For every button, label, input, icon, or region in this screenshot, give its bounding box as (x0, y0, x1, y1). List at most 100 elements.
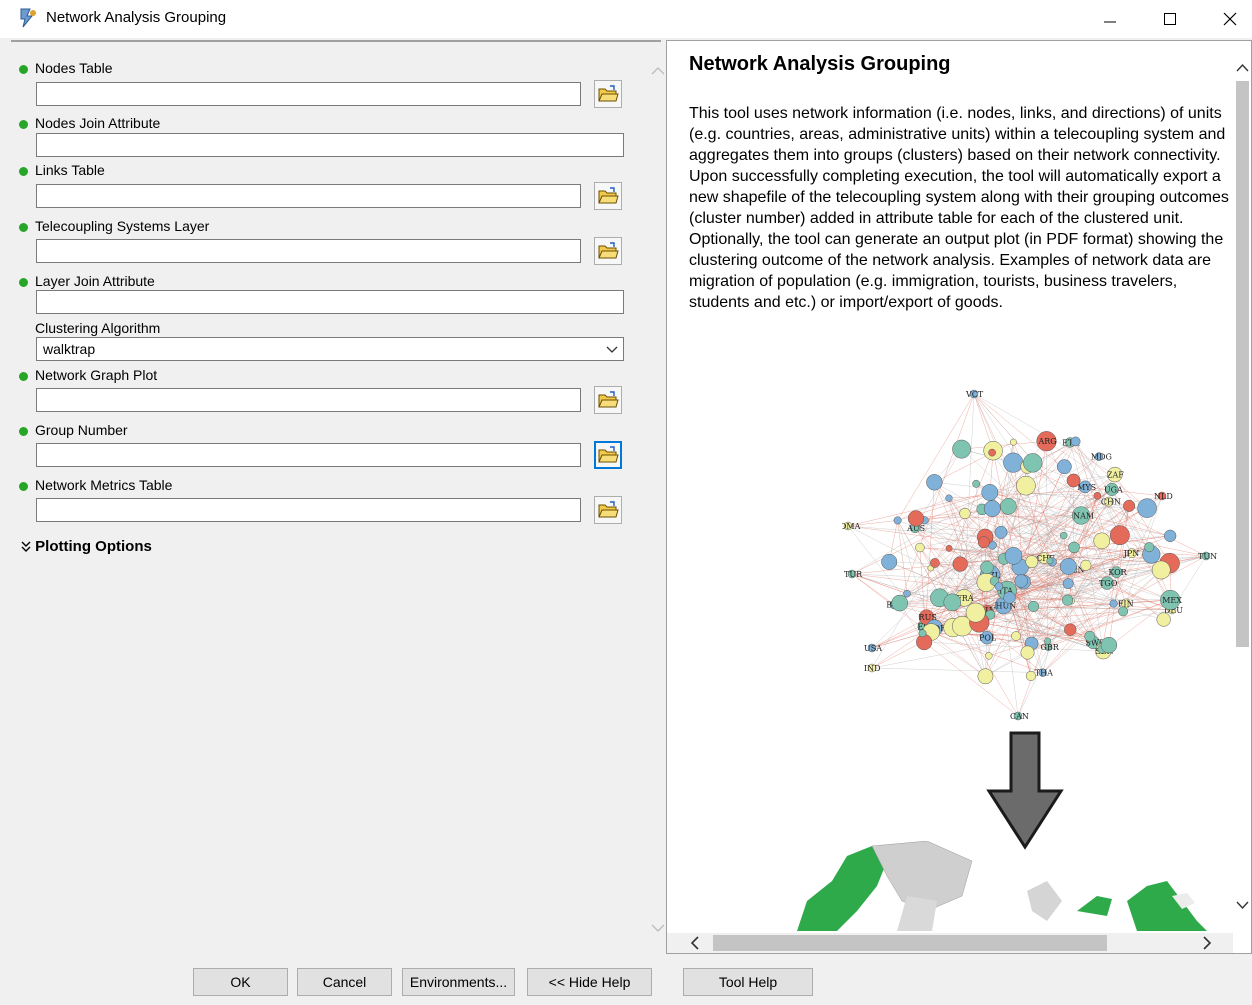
minimize-icon (1104, 21, 1116, 23)
graph-node (1044, 637, 1052, 645)
graph-node (930, 558, 940, 568)
map-illustration (797, 841, 1207, 931)
graph-node-label: NAM (1073, 511, 1094, 520)
clustering-value: walktrap (43, 341, 96, 357)
layer-join-label: Layer Join Attribute (35, 273, 155, 289)
tele-layer-input[interactable] (36, 239, 581, 263)
graph-node (907, 510, 925, 527)
left-scrollbar[interactable] (648, 42, 668, 956)
graph-node-label: ZAF (1107, 471, 1124, 480)
graph-node-label: POL (979, 634, 997, 643)
graph-node (1123, 499, 1136, 512)
graph-node (1023, 453, 1043, 473)
graph-plot-input[interactable] (36, 388, 581, 412)
graph-node (1064, 623, 1077, 636)
graph-node (1156, 612, 1171, 627)
graph-node (959, 507, 971, 520)
group-number-browse-button[interactable] (594, 441, 622, 469)
scroll-up-icon (651, 67, 665, 75)
graph-node (1062, 594, 1074, 606)
help-vertical-scrollbar[interactable] (1233, 41, 1251, 931)
network-graph-illustration: VCTDMATURTUNUSAINDCANNLDDEUFRAFINSWEMEXB… (842, 389, 1217, 721)
graph-node (985, 652, 993, 660)
window-title: Network Analysis Grouping (46, 9, 227, 26)
graph-node (1046, 557, 1054, 565)
required-indicator (19, 167, 28, 176)
group-number-input[interactable] (36, 443, 581, 467)
graph-node (1025, 555, 1039, 569)
tool-help-button[interactable]: Tool Help (683, 968, 813, 996)
minimize-button[interactable] (1090, 6, 1130, 32)
graph-node (1003, 591, 1016, 604)
graph-node (1070, 436, 1081, 447)
metrics-table-input[interactable] (36, 498, 581, 522)
scroll-left-icon (690, 936, 699, 950)
graph-node (1062, 578, 1074, 589)
graph-node (903, 589, 911, 598)
graph-node (1100, 636, 1118, 654)
required-indicator (19, 65, 28, 74)
graph-node-label: JPN (1123, 549, 1140, 558)
links-table-browse-button[interactable] (594, 182, 622, 210)
graph-node (994, 582, 1004, 591)
graph-node (1068, 541, 1080, 554)
graph-node (983, 500, 1001, 517)
graph-node (943, 593, 962, 612)
chevron-down-icon (606, 346, 618, 353)
cancel-button[interactable]: Cancel (297, 968, 392, 996)
graph-node (1093, 491, 1102, 500)
graph-node (1011, 631, 1021, 641)
nodes-table-input[interactable] (36, 82, 581, 106)
graph-node-label: IND (864, 664, 881, 673)
environments-button[interactable]: Environments... (402, 968, 515, 996)
help-horizontal-scrollbar[interactable] (667, 933, 1233, 953)
hide-help-button[interactable]: << Hide Help (527, 968, 652, 996)
graph-node-label: USA (864, 644, 882, 653)
graph-node (977, 536, 990, 549)
close-button[interactable] (1210, 6, 1250, 32)
help-vertical-thumb[interactable] (1236, 81, 1249, 647)
graph-node (981, 484, 999, 501)
graph-node (1056, 459, 1072, 475)
folder-open-icon (598, 85, 619, 102)
maximize-button[interactable] (1150, 6, 1190, 32)
graph-node (926, 474, 943, 491)
graph-node (1009, 438, 1017, 446)
graph-plot-browse-button[interactable] (594, 386, 622, 414)
graph-node-label: NLD (1154, 492, 1173, 501)
required-indicator (19, 482, 28, 491)
graph-node (891, 594, 909, 612)
help-horizontal-thumb[interactable] (713, 935, 1107, 951)
graph-node (1109, 599, 1118, 608)
graph-plot-label: Network Graph Plot (35, 367, 158, 383)
graph-node-label: ARG (1038, 437, 1057, 446)
graph-node-label: FIN (1118, 599, 1134, 608)
tele-layer-browse-button[interactable] (594, 237, 622, 265)
graph-node (893, 516, 902, 525)
folder-open-icon (598, 501, 619, 518)
ok-button[interactable]: OK (193, 968, 288, 996)
tele-layer-label: Telecoupling Systems Layer (35, 218, 210, 234)
graph-node (915, 542, 925, 553)
graph-node (1084, 630, 1096, 642)
nodes-join-input[interactable] (36, 133, 624, 157)
folder-open-icon (598, 187, 619, 204)
help-title: Network Analysis Grouping (689, 53, 951, 75)
layer-join-input[interactable] (36, 290, 624, 314)
graph-node-label: HUN (996, 602, 1017, 611)
links-table-input[interactable] (36, 184, 581, 208)
graph-node (1118, 606, 1129, 617)
graph-node-label: CAN (1010, 712, 1029, 721)
graph-node (988, 448, 996, 457)
plotting-options-toggle[interactable]: Plotting Options (21, 538, 152, 555)
metrics-table-browse-button[interactable] (594, 496, 622, 524)
scroll-down-icon (651, 924, 665, 932)
clustering-select[interactable]: walktrap (36, 337, 624, 361)
nodes-table-browse-button[interactable] (594, 80, 622, 108)
graph-node (881, 553, 898, 570)
graph-node (945, 544, 953, 552)
graph-node-label: MEX (1162, 596, 1182, 605)
tool-icon (20, 8, 36, 28)
graph-node (1151, 560, 1171, 580)
folder-open-icon (598, 242, 619, 259)
